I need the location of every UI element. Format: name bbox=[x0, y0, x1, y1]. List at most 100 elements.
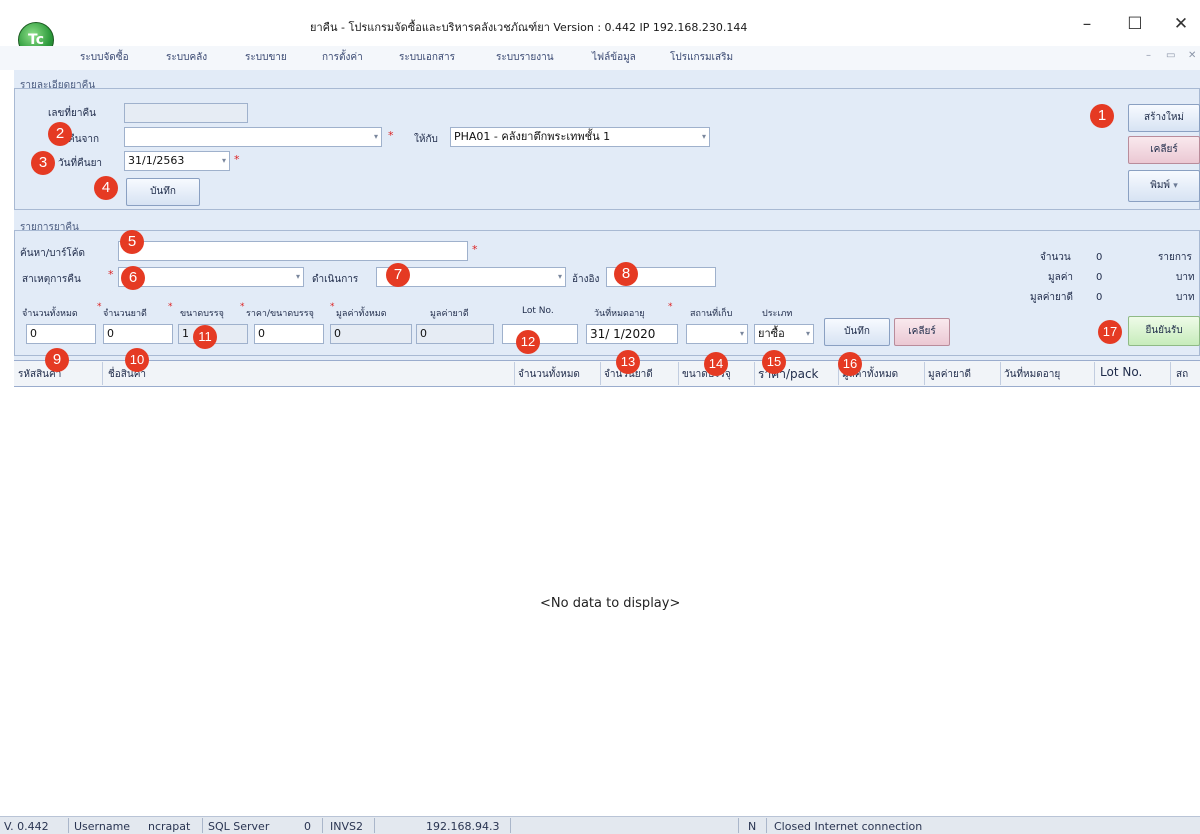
maximize-button[interactable]: ☐ bbox=[1120, 12, 1150, 36]
col-total-qty[interactable]: จำนวนทั้งหมด bbox=[518, 367, 580, 382]
column-separator bbox=[600, 362, 601, 385]
status-server-ip: 192.168.94.3 bbox=[426, 820, 500, 833]
menu-purchasing[interactable]: ระบบจัดซื้อ bbox=[80, 50, 129, 65]
mdi-minimize-icon[interactable]: – bbox=[1146, 50, 1151, 61]
required-mark: * bbox=[388, 129, 394, 142]
return-date-value: 31/1/2563 bbox=[128, 154, 185, 167]
doc-no-label: เลขที่ยาคืน bbox=[48, 108, 96, 119]
chevron-down-icon: ▾ bbox=[805, 329, 810, 338]
return-from-select[interactable]: ▾ bbox=[124, 127, 382, 147]
status-separator bbox=[374, 818, 375, 833]
chevron-down-icon: ▾ bbox=[295, 272, 300, 281]
total-qty-input[interactable]: 0 bbox=[26, 324, 96, 344]
col-location[interactable]: สถ bbox=[1176, 367, 1188, 382]
column-separator bbox=[1170, 362, 1171, 385]
required-mark: * bbox=[97, 302, 102, 312]
status-separator bbox=[510, 818, 511, 833]
expiry-label: วันที่หมดอายุ bbox=[594, 309, 645, 319]
chevron-down-icon: ▾ bbox=[701, 132, 706, 141]
print-label: พิมพ์ bbox=[1150, 180, 1171, 191]
menu-reports[interactable]: ระบบรายงาน bbox=[496, 50, 554, 65]
type-select[interactable]: ยาซื้อ ▾ bbox=[754, 324, 814, 344]
return-from-label: คืนจาก bbox=[68, 134, 100, 145]
callout-badge-7: 7 bbox=[386, 263, 410, 287]
column-separator bbox=[514, 362, 515, 385]
menu-documents[interactable]: ระบบเอกสาร bbox=[399, 50, 455, 65]
type-label: ประเภท bbox=[762, 309, 793, 319]
status-version: V. 0.442 bbox=[4, 820, 49, 833]
drug-qty-input[interactable]: 0 bbox=[103, 324, 173, 344]
location-select[interactable]: ▾ bbox=[686, 324, 748, 344]
doc-no-field[interactable] bbox=[124, 103, 248, 123]
menu-settings[interactable]: การตั้งค่า bbox=[322, 50, 363, 65]
menu-data-files[interactable]: ไฟล์ข้อมูล bbox=[592, 50, 636, 65]
menu-inventory[interactable]: ระบบคลัง bbox=[166, 50, 207, 65]
menu-addons[interactable]: โปรแกรมเสริม bbox=[670, 50, 733, 65]
return-to-label: ให้กับ bbox=[414, 134, 438, 145]
col-lot-no[interactable]: Lot No. bbox=[1100, 365, 1142, 379]
action-label: ดำเนินการ bbox=[312, 274, 359, 285]
mdi-close-icon[interactable]: ✕ bbox=[1188, 50, 1196, 61]
column-separator bbox=[1000, 362, 1001, 385]
status-db-name: INVS2 bbox=[330, 820, 363, 833]
return-to-select[interactable]: PHA01 - คลังยาตึกพระเทพชั้น 1 ▾ bbox=[450, 127, 710, 147]
return-to-value: PHA01 - คลังยาตึกพระเทพชั้น 1 bbox=[454, 130, 611, 143]
chevron-down-icon: ▾ bbox=[1173, 181, 1178, 191]
menu-sales[interactable]: ระบบขาย bbox=[245, 50, 287, 65]
reason-select[interactable]: ▾ bbox=[118, 267, 304, 287]
no-data-message: <No data to display> bbox=[540, 596, 681, 611]
confirm-receive-button[interactable]: ยืนยันรับ bbox=[1128, 316, 1200, 346]
header-save-button[interactable]: บันทึก bbox=[126, 178, 200, 206]
good-value-field: 0 bbox=[416, 324, 494, 344]
return-date-picker[interactable]: 31/1/2563 ▾ bbox=[124, 151, 230, 171]
status-separator bbox=[68, 818, 69, 833]
location-label: สถานที่เก็บ bbox=[690, 309, 733, 319]
callout-badge-5: 5 bbox=[120, 230, 144, 254]
lot-label: Lot No. bbox=[522, 306, 554, 316]
callout-badge-8: 8 bbox=[614, 262, 638, 286]
column-separator bbox=[678, 362, 679, 385]
callout-badge-2: 2 bbox=[48, 122, 72, 146]
new-button[interactable]: สร้างใหม่ bbox=[1128, 104, 1200, 132]
callout-badge-14: 14 bbox=[704, 352, 728, 376]
status-mode: N bbox=[748, 820, 757, 833]
pack-size-label: ขนาดบรรจุ bbox=[180, 309, 224, 319]
col-expiry-date[interactable]: วันที่หมดอายุ bbox=[1004, 367, 1060, 382]
status-separator bbox=[738, 818, 739, 833]
callout-badge-3: 3 bbox=[31, 151, 55, 175]
item-save-button[interactable]: บันทึก bbox=[824, 318, 890, 346]
search-barcode-input[interactable] bbox=[118, 241, 468, 261]
callout-badge-9: 9 bbox=[45, 348, 69, 372]
col-good-value[interactable]: มูลค่ายาดี bbox=[928, 367, 971, 382]
summary-good-label: มูลค่ายาดี bbox=[1030, 292, 1073, 303]
mdi-restore-icon[interactable]: ▭ bbox=[1166, 50, 1175, 61]
price-label: ราคา/ขนาดบรรจุ bbox=[246, 309, 314, 319]
callout-badge-15: 15 bbox=[762, 350, 786, 374]
total-value-label: มูลค่าทั้งหมด bbox=[336, 309, 387, 319]
header-clear-button[interactable]: เคลียร์ bbox=[1128, 136, 1200, 164]
column-separator bbox=[924, 362, 925, 385]
summary-count-value: 0 bbox=[1096, 252, 1103, 263]
close-button[interactable]: ✕ bbox=[1166, 12, 1196, 36]
status-connection: Closed Internet connection bbox=[774, 820, 923, 833]
window-title: ยาคืน - โปรแกรมจัดซื้อและบริหารคลังเวชภั… bbox=[310, 21, 748, 34]
status-username-label: Username bbox=[74, 820, 131, 833]
expiry-date-input[interactable]: 31/ 1/2020 bbox=[586, 324, 678, 344]
price-input[interactable]: 0 bbox=[254, 324, 324, 344]
callout-badge-11: 11 bbox=[193, 325, 217, 349]
status-separator bbox=[322, 818, 323, 833]
print-button[interactable]: พิมพ์ ▾ bbox=[1128, 170, 1200, 202]
summary-value-label: มูลค่า bbox=[1048, 272, 1074, 283]
callout-badge-10: 10 bbox=[125, 348, 149, 372]
total-qty-label: จำนวนทั้งหมด bbox=[22, 309, 78, 319]
minimize-button[interactable]: – bbox=[1072, 12, 1102, 36]
summary-good-unit: บาท bbox=[1176, 292, 1195, 303]
chevron-down-icon: ▾ bbox=[739, 329, 744, 338]
drug-qty-label: จำนวนยาดี bbox=[103, 309, 147, 319]
lot-no-input[interactable] bbox=[502, 324, 578, 344]
item-clear-button[interactable]: เคลียร์ bbox=[894, 318, 950, 346]
status-separator bbox=[202, 818, 203, 833]
ref-label: อ้างอิง bbox=[572, 274, 600, 285]
status-separator bbox=[766, 818, 767, 833]
chevron-down-icon: ▾ bbox=[557, 272, 562, 281]
